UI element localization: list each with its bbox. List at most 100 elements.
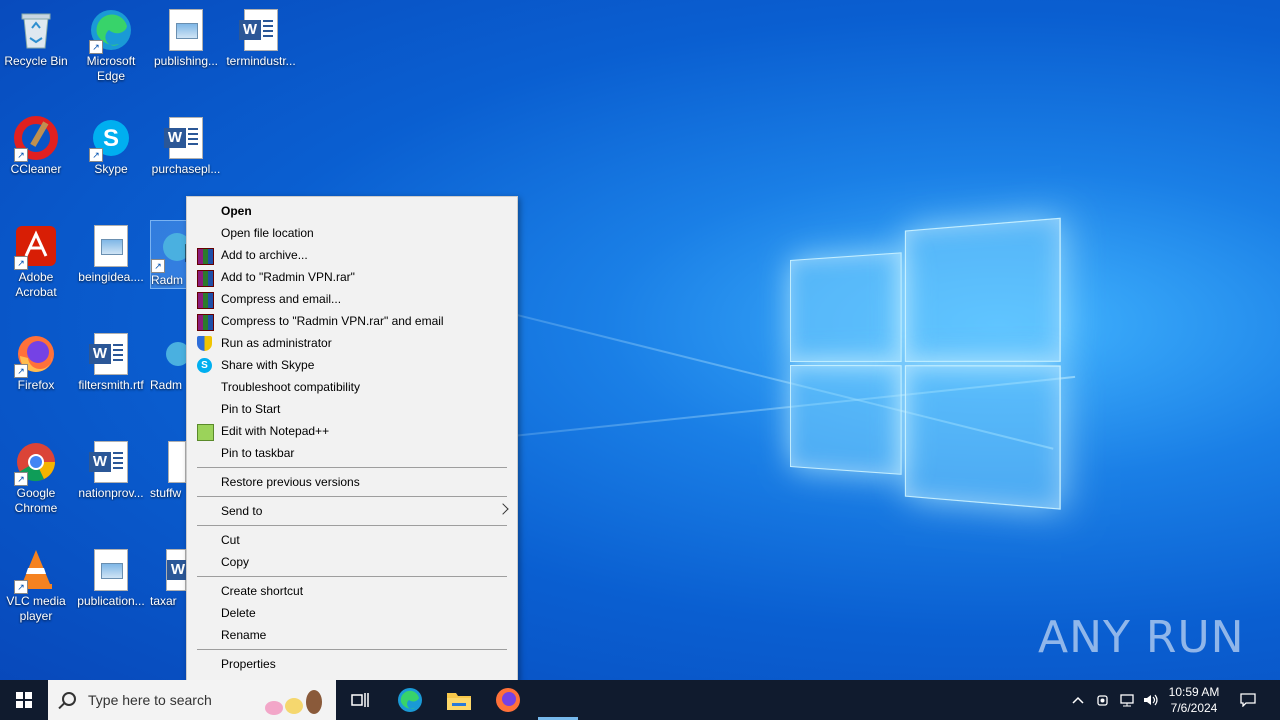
winrar-icon — [197, 292, 214, 309]
clock-time: 10:59 AM — [1168, 685, 1220, 699]
word-document-icon: W — [89, 332, 133, 376]
uac-shield-icon — [197, 336, 212, 351]
desktop-icon-filtersmith[interactable]: W filtersmith.rtf — [75, 326, 147, 393]
chevron-up-icon — [1072, 696, 1084, 704]
menu-item-pin-to-start[interactable]: Pin to Start — [187, 398, 517, 420]
notification-icon — [1240, 693, 1256, 707]
winrar-icon — [197, 314, 214, 331]
action-center-button[interactable] — [1234, 680, 1262, 720]
menu-separator — [197, 467, 507, 468]
menu-item-pin-to-taskbar[interactable]: Pin to taskbar — [187, 442, 517, 464]
winrar-icon — [197, 248, 214, 265]
menu-item-run-as-administrator[interactable]: Run as administrator — [187, 332, 517, 354]
notepadpp-icon — [197, 424, 214, 441]
radmin-vpn-icon: ↗ — [151, 227, 187, 273]
image-file-icon — [164, 8, 208, 52]
watermark-logo: ANY RUN — [1038, 612, 1245, 663]
task-view-button[interactable] — [336, 680, 384, 720]
desktop-icon-google-chrome[interactable]: ↗ Google Chrome — [0, 434, 72, 516]
menu-separator — [197, 576, 507, 577]
desktop-icon-ccleaner[interactable]: ↗ CCleaner — [0, 110, 72, 177]
volume-icon — [1144, 694, 1158, 706]
folder-icon — [447, 693, 471, 710]
search-icon — [62, 692, 76, 706]
context-menu: Open Open file location Add to archive..… — [186, 196, 518, 682]
desktop-icon-radmin-vpn-selected[interactable]: ↗ Radm — [150, 220, 188, 289]
desktop-icon-taxar[interactable]: W taxar — [150, 542, 186, 609]
windows-wallpaper-logo — [790, 217, 1061, 510]
taskbar: Type here to search 10:59 AM 7/6/2024 — [0, 680, 1280, 720]
windows-icon — [16, 692, 32, 708]
menu-item-add-to-rar[interactable]: Add to "Radmin VPN.rar" — [187, 266, 517, 288]
menu-item-rename[interactable]: Rename — [187, 624, 517, 646]
taskbar-edge-button[interactable] — [386, 680, 434, 720]
menu-item-troubleshoot-compatibility[interactable]: Troubleshoot compatibility — [187, 376, 517, 398]
word-document-icon: W — [239, 8, 283, 52]
menu-item-copy[interactable]: Copy — [187, 551, 517, 573]
search-box[interactable]: Type here to search — [48, 680, 336, 720]
recycle-bin-icon — [14, 8, 58, 52]
task-view-icon — [351, 693, 369, 707]
camera-icon — [1097, 695, 1108, 706]
firefox-icon — [496, 688, 520, 712]
tray-meet-now-button[interactable] — [1092, 680, 1114, 720]
desktop-icon-vlc[interactable]: ↗ VLC media player — [0, 542, 72, 624]
word-document-icon: W — [89, 440, 133, 484]
desktop-icon-termindustr[interactable]: W termindustr... — [225, 2, 297, 69]
firefox-icon: ↗ — [14, 332, 58, 378]
search-highlight-icon — [265, 690, 322, 715]
chevron-right-icon — [497, 503, 509, 515]
menu-item-restore-previous-versions[interactable]: Restore previous versions — [187, 471, 517, 493]
network-icon — [1120, 694, 1134, 707]
menu-item-share-with-skype[interactable]: S Share with Skype — [187, 354, 517, 376]
menu-item-compress-to-rar-and-email[interactable]: Compress to "Radmin VPN.rar" and email — [187, 310, 517, 332]
show-hidden-icons-button[interactable] — [1068, 680, 1088, 720]
menu-item-open[interactable]: Open — [187, 200, 517, 222]
desktop-icon-skype[interactable]: S ↗ Skype — [75, 110, 147, 177]
vlc-icon: ↗ — [14, 548, 58, 594]
desktop-icon-radmin-2[interactable]: Radm — [150, 326, 186, 393]
image-file-icon — [150, 440, 186, 484]
svg-text:S: S — [103, 125, 119, 152]
winrar-icon — [197, 270, 214, 287]
taskbar-clock[interactable]: 10:59 AM 7/6/2024 — [1160, 684, 1228, 716]
taskbar-file-explorer-button[interactable] — [435, 680, 483, 720]
chrome-icon: ↗ — [14, 440, 58, 486]
radmin-vpn-icon — [150, 332, 186, 376]
taskbar-firefox-button[interactable] — [484, 680, 532, 720]
menu-item-add-to-archive[interactable]: Add to archive... — [187, 244, 517, 266]
image-file-icon — [89, 548, 133, 592]
desktop-icon-firefox[interactable]: ↗ Firefox — [0, 326, 72, 393]
desktop-icon-stuffw[interactable]: stuffw — [150, 434, 186, 501]
desktop-icon-edge[interactable]: ↗ Microsoft Edge — [75, 2, 147, 84]
menu-item-properties[interactable]: Properties — [187, 653, 517, 675]
desktop-icon-purchasepl[interactable]: W purchasepl... — [150, 110, 222, 177]
menu-separator — [197, 649, 507, 650]
image-file-icon — [89, 224, 133, 268]
menu-item-create-shortcut[interactable]: Create shortcut — [187, 580, 517, 602]
desktop-icon-publishing[interactable]: publishing... — [150, 2, 222, 69]
desktop-icon-nationprov[interactable]: W nationprov... — [75, 434, 147, 501]
desktop-icon-publication[interactable]: publication... — [75, 542, 147, 609]
desktop-icon-recycle-bin[interactable]: Recycle Bin — [0, 2, 72, 69]
menu-separator — [197, 496, 507, 497]
menu-item-cut[interactable]: Cut — [187, 529, 517, 551]
tray-network-button[interactable] — [1116, 680, 1138, 720]
ccleaner-icon: ↗ — [14, 116, 58, 162]
start-button[interactable] — [0, 680, 48, 720]
acrobat-icon: ↗ — [14, 224, 58, 270]
menu-item-compress-and-email[interactable]: Compress and email... — [187, 288, 517, 310]
edge-icon: ↗ — [89, 8, 133, 54]
menu-separator — [197, 525, 507, 526]
word-document-icon: W — [164, 116, 208, 160]
skype-icon: S — [197, 358, 212, 373]
desktop-icon-adobe-acrobat[interactable]: ↗ Adobe Acrobat — [0, 218, 72, 300]
menu-item-send-to[interactable]: Send to — [187, 500, 517, 522]
menu-item-open-file-location[interactable]: Open file location — [187, 222, 517, 244]
menu-item-delete[interactable]: Delete — [187, 602, 517, 624]
word-document-icon: W — [150, 548, 186, 592]
desktop-icon-beingidea[interactable]: beingidea.... — [75, 218, 147, 285]
clock-date: 7/6/2024 — [1170, 701, 1218, 715]
menu-item-edit-with-notepadpp[interactable]: Edit with Notepad++ — [187, 420, 517, 442]
tray-volume-button[interactable] — [1140, 680, 1162, 720]
